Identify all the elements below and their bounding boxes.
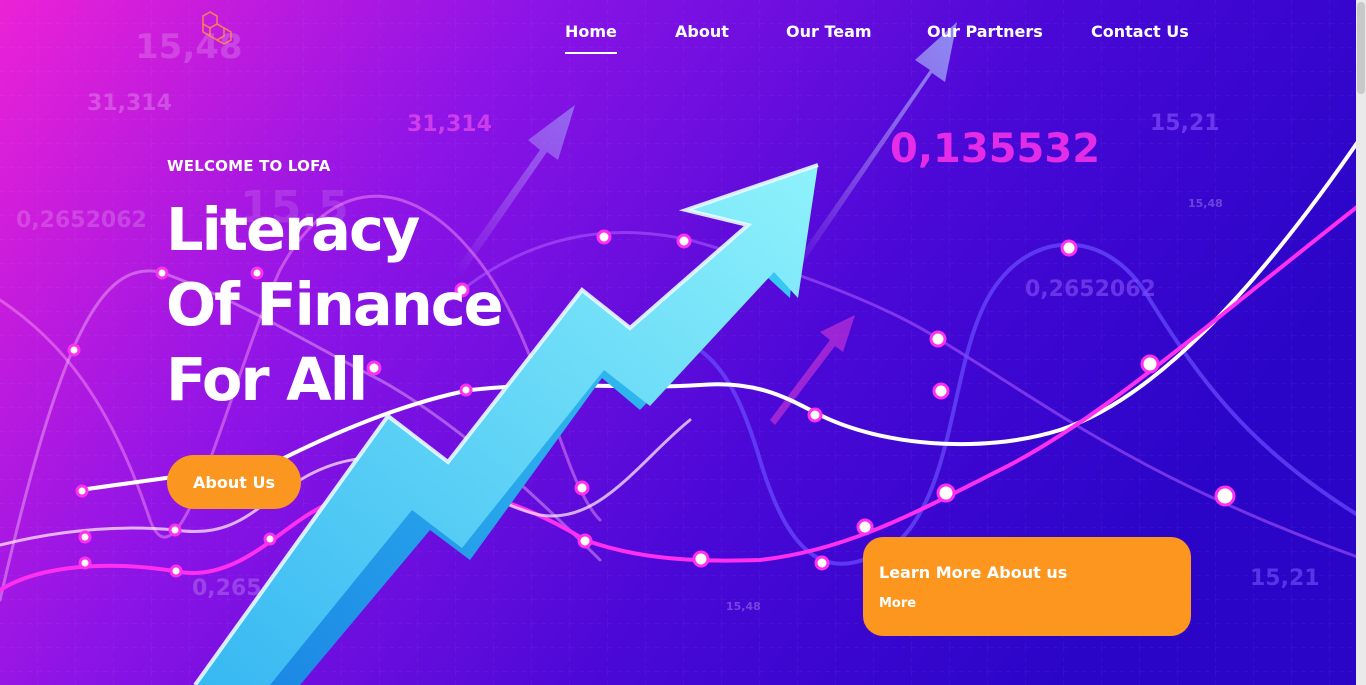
welcome-text: WELCOME TO LOFA bbox=[167, 157, 331, 175]
more-link[interactable]: More bbox=[879, 596, 916, 611]
bg-number: 31,314 bbox=[87, 91, 172, 116]
headline-line: Literacy bbox=[166, 195, 420, 264]
bg-number: 15,48 bbox=[726, 600, 761, 613]
headline-line: For All bbox=[166, 345, 368, 414]
bg-number: 15,21 bbox=[1150, 111, 1220, 136]
lofa-logo-icon[interactable] bbox=[200, 10, 234, 48]
bg-number: 0,2652062 bbox=[16, 208, 147, 233]
nav-contact-us[interactable]: Contact Us bbox=[1091, 22, 1189, 41]
nav-our-partners[interactable]: Our Partners bbox=[927, 22, 1043, 41]
about-us-button[interactable]: About Us bbox=[167, 455, 301, 509]
scrollbar-thumb[interactable] bbox=[1357, 2, 1365, 94]
bg-number: 0,135532 bbox=[890, 126, 1100, 172]
hero-headline: Literacy Of Finance For All bbox=[166, 192, 504, 417]
nav-about[interactable]: About bbox=[675, 22, 729, 41]
bg-number: 0,265 bbox=[192, 576, 262, 601]
nav-our-team[interactable]: Our Team bbox=[786, 22, 872, 41]
bg-number: 31,314 bbox=[407, 112, 492, 137]
learn-more-card[interactable]: Learn More About us More bbox=[863, 537, 1191, 636]
card-title: Learn More About us bbox=[879, 563, 1068, 582]
bg-number: 15,48 bbox=[1188, 197, 1223, 210]
page-scrollbar[interactable] bbox=[1356, 0, 1366, 685]
nav-home[interactable]: Home bbox=[565, 22, 617, 54]
headline-line: Of Finance bbox=[166, 270, 504, 339]
bg-number: 15,21 bbox=[1250, 566, 1320, 591]
